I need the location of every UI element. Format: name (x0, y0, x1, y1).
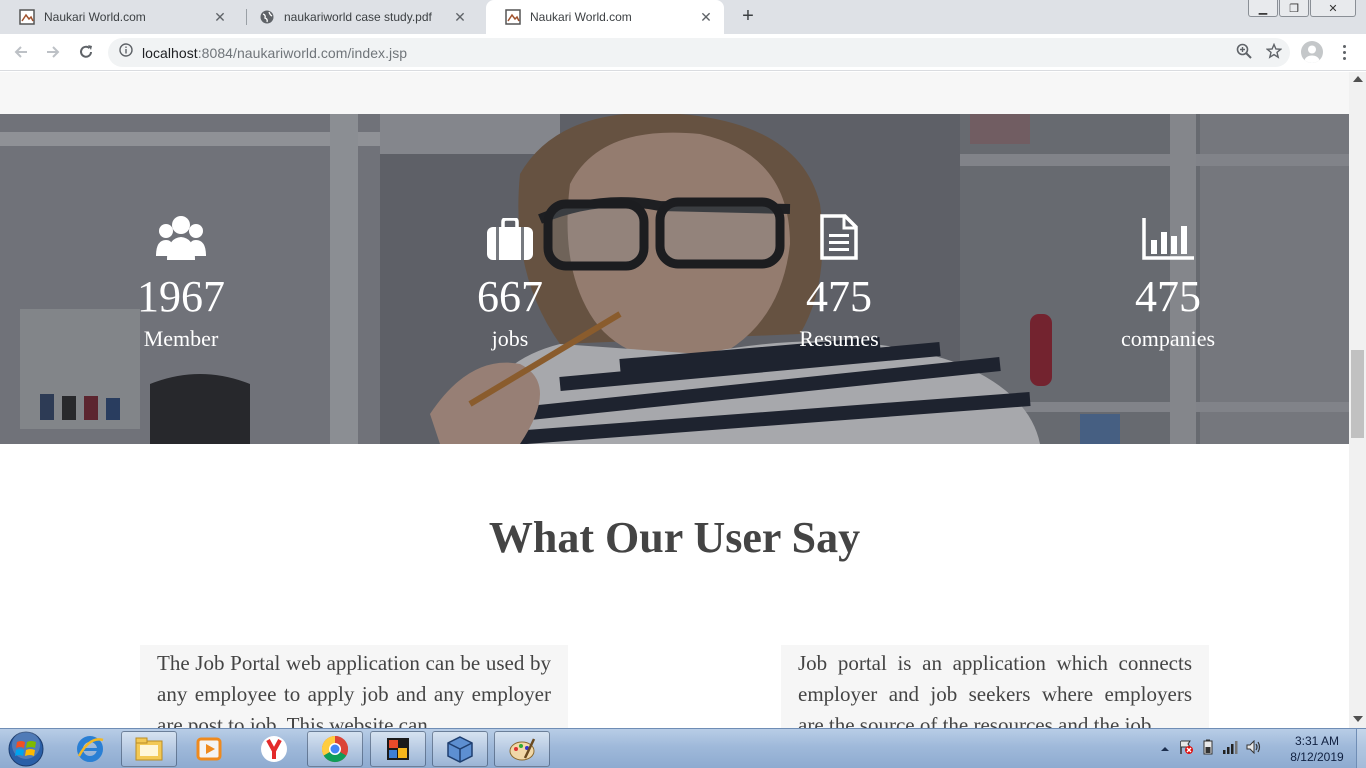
stat-label: companies (1120, 326, 1216, 351)
bar-chart-icon (1048, 210, 1288, 260)
reload-icon[interactable] (74, 40, 98, 64)
url-path: :8084/naukariworld.com/index.jsp (197, 44, 408, 61)
url-host: localhost (142, 44, 198, 61)
close-window-icon[interactable]: ✕ (1310, 0, 1356, 17)
briefcase-icon (390, 210, 630, 260)
stat-number: 667 (477, 272, 543, 321)
stat-jobs: 667 jobs (390, 210, 630, 353)
tab-title: naukariworld case study.pdf (284, 10, 432, 24)
globe-icon (259, 9, 275, 25)
testimonial-text: Job portal is an application which conne… (798, 651, 1192, 728)
stat-number: 1967 (137, 272, 225, 321)
page-viewport: 1967 Member 667 jobs 475 Resumes 475 com… (0, 72, 1349, 728)
system-clock[interactable]: 3:31 AM 8/12/2019 (1284, 733, 1350, 765)
tab-3-active[interactable]: Naukari World.com ✕ (486, 0, 724, 34)
section-title: What Our User Say (488, 513, 861, 562)
stat-resumes: 475 Resumes (719, 210, 959, 353)
testimonial-card: The Job Portal web application can be us… (140, 645, 568, 728)
address-bar-actions (1236, 42, 1283, 64)
file-explorer-icon[interactable] (121, 731, 177, 767)
url-text: localhost:8084/naukariworld.com/index.js… (142, 45, 407, 61)
stat-companies: 475 companies (1048, 210, 1288, 353)
stat-number: 475 (1135, 272, 1201, 321)
minimize-icon[interactable]: ▁ (1248, 0, 1278, 17)
battery-icon[interactable] (1202, 739, 1214, 760)
yandex-icon[interactable] (246, 731, 302, 767)
close-tab-icon[interactable]: ✕ (212, 9, 228, 25)
stat-number: 475 (806, 272, 872, 321)
show-hidden-icons-icon[interactable] (1160, 741, 1170, 759)
document-icon (719, 210, 959, 260)
chrome-icon[interactable] (307, 731, 363, 767)
tab-1[interactable]: Naukari World.com ✕ (0, 0, 238, 34)
restore-icon[interactable]: ❐ (1279, 0, 1309, 17)
action-center-flag-icon[interactable] (1178, 739, 1194, 760)
new-tab-button[interactable]: + (737, 6, 759, 28)
paint-icon[interactable] (494, 731, 550, 767)
bookmark-star-icon[interactable] (1265, 42, 1283, 64)
page-scrollbar[interactable] (1349, 72, 1366, 728)
window-controls: ▁ ❐ ✕ (1248, 0, 1356, 17)
tab-title: Naukari World.com (44, 10, 146, 24)
scroll-up-arrow-icon[interactable] (1353, 76, 1363, 82)
scroll-down-arrow-icon[interactable] (1353, 716, 1363, 722)
tab-strip: Naukari World.com ✕ naukariworld case st… (0, 0, 1366, 34)
media-player-icon[interactable] (182, 731, 238, 767)
stats-hero-banner: 1967 Member 667 jobs 475 Resumes 475 com… (0, 114, 1349, 444)
tab-2[interactable]: naukariworld case study.pdf ✕ (240, 0, 478, 34)
virtualbox-icon[interactable] (432, 731, 488, 767)
scrollbar-thumb[interactable] (1351, 350, 1364, 438)
volume-icon[interactable] (1246, 739, 1262, 759)
clock-time: 3:31 AM (1294, 734, 1340, 748)
testimonial-text: The Job Portal web application can be us… (157, 651, 551, 728)
clock-date: 8/12/2019 (1290, 750, 1344, 764)
windows-logo-icon (8, 731, 44, 767)
system-tray (1160, 739, 1262, 760)
back-icon[interactable] (9, 40, 33, 64)
tab-title: Naukari World.com (530, 10, 632, 24)
stat-members: 1967 Member (61, 210, 301, 353)
close-tab-icon[interactable]: ✕ (698, 9, 714, 25)
close-tab-icon[interactable]: ✕ (452, 9, 468, 25)
address-bar[interactable]: localhost:8084/naukariworld.com/index.js… (108, 38, 1290, 67)
site-favicon-icon (505, 9, 521, 25)
ms-office-icon[interactable] (370, 731, 426, 767)
windows-taskbar: 3:31 AM 8/12/2019 (0, 728, 1366, 768)
browser-toolbar: localhost:8084/naukariworld.com/index.js… (0, 34, 1366, 71)
profile-avatar-icon[interactable] (1301, 41, 1323, 63)
stat-label: jobs (491, 326, 529, 351)
info-icon[interactable] (119, 43, 133, 62)
testimonial-card: Job portal is an application which conne… (781, 645, 1209, 728)
start-button[interactable] (4, 730, 48, 768)
network-signal-icon[interactable] (1222, 740, 1238, 759)
forward-icon[interactable] (41, 40, 65, 64)
users-icon (61, 210, 301, 260)
zoom-icon[interactable] (1236, 43, 1252, 64)
browser-menu-icon[interactable] (1336, 41, 1352, 63)
internet-explorer-icon[interactable] (62, 731, 118, 767)
stat-label: Resumes (799, 326, 879, 351)
show-desktop-button[interactable] (1356, 729, 1366, 768)
page-header-band (0, 72, 1349, 114)
site-favicon-icon (19, 9, 35, 25)
stat-label: Member (143, 326, 219, 351)
